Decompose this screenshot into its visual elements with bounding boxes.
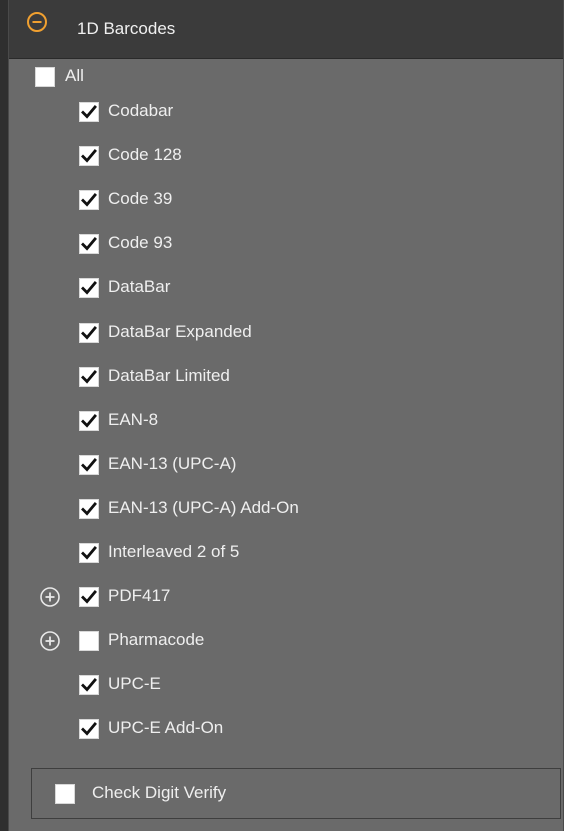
barcode-checkbox[interactable] — [79, 454, 99, 475]
barcode-item-label: DataBar — [108, 277, 171, 297]
barcode-checkbox[interactable] — [79, 675, 99, 696]
barcode-item-label: UPC-E Add-On — [108, 718, 224, 738]
barcode-checkbox[interactable] — [79, 190, 99, 211]
barcode-item-label: Interleaved 2 of 5 — [108, 542, 240, 561]
barcode-item-pdf417[interactable]: PDF417 — [9, 582, 563, 612]
barcode-item-label: DataBar Expanded — [108, 321, 252, 341]
barcode-checkbox[interactable] — [79, 366, 99, 387]
barcode-item-ean-8[interactable]: EAN-8 — [9, 406, 563, 436]
section-title: 1D Barcodes — [77, 19, 176, 38]
barcode-item-upc-e-add-on[interactable]: UPC-E Add-On — [9, 714, 563, 744]
barcode-item-code-39[interactable]: Code 39 — [9, 185, 563, 215]
barcode-item-label: EAN-8 — [108, 409, 159, 429]
barcode-item-label: Code 128 — [108, 145, 182, 165]
barcode-checkbox[interactable] — [79, 322, 99, 343]
barcode-item-pharmacode[interactable]: Pharmacode — [9, 626, 563, 656]
barcode-item-ean-13-upc-a-add-on[interactable]: EAN-13 (UPC-A) Add-On — [9, 494, 563, 524]
barcode-item-label: UPC-E — [108, 674, 161, 694]
plus-circle-icon[interactable] — [39, 630, 61, 652]
barcode-checkbox[interactable] — [79, 234, 99, 255]
barcode-checkbox[interactable] — [79, 631, 99, 652]
minus-circle-icon[interactable] — [26, 11, 48, 33]
barcode-item-label: Code 39 — [108, 189, 173, 209]
barcode-checkbox[interactable] — [79, 102, 99, 122]
all-option-row[interactable]: All — [9, 59, 563, 89]
barcode-item-upc-e[interactable]: UPC-E — [9, 670, 563, 700]
barcode-item-label: Pharmacode — [108, 630, 205, 650]
barcode-item-code-128[interactable]: Code 128 — [9, 141, 563, 171]
barcode-checkbox[interactable] — [79, 498, 99, 519]
barcode-item-interleaved-2-of-5[interactable]: Interleaved 2 of 5 — [9, 538, 563, 568]
barcode-item-databar-limited[interactable]: DataBar Limited — [9, 362, 563, 392]
barcode-checkbox[interactable] — [79, 146, 99, 167]
barcode-item-label: EAN-13 (UPC-A) — [108, 453, 237, 473]
section-header-1d-barcodes[interactable]: 1D Barcodes — [9, 0, 563, 59]
barcode-checkbox[interactable] — [79, 543, 99, 563]
barcode-item-label: Code 93 — [108, 233, 173, 253]
barcode-item-label: Codabar — [108, 101, 174, 120]
check-digit-verify-box: Check Digit Verify — [31, 768, 561, 819]
barcode-settings-panel: 1D Barcodes All Codabar Code 128 Code 39 Co… — [8, 0, 564, 831]
barcode-item-databar[interactable]: DataBar — [9, 273, 563, 303]
barcode-checkbox[interactable] — [79, 410, 99, 431]
barcode-item-label: DataBar Limited — [108, 365, 230, 385]
barcode-item-databar-expanded[interactable]: DataBar Expanded — [9, 318, 563, 348]
barcode-checkbox[interactable] — [79, 587, 99, 608]
barcode-item-ean-13-upc-a[interactable]: EAN-13 (UPC-A) — [9, 450, 563, 480]
barcode-item-code-93[interactable]: Code 93 — [9, 229, 563, 259]
barcode-item-codabar[interactable]: Codabar — [9, 97, 563, 127]
check-digit-verify-checkbox[interactable] — [55, 784, 75, 804]
barcode-checkbox[interactable] — [79, 278, 99, 299]
barcode-checkbox[interactable] — [79, 719, 99, 740]
barcode-item-label: PDF417 — [108, 586, 171, 606]
all-checkbox[interactable] — [35, 67, 55, 87]
plus-circle-icon[interactable] — [39, 586, 61, 608]
check-digit-verify-label: Check Digit Verify — [92, 783, 227, 802]
all-option-label: All — [65, 66, 84, 85]
barcode-item-label: EAN-13 (UPC-A) Add-On — [108, 497, 299, 517]
